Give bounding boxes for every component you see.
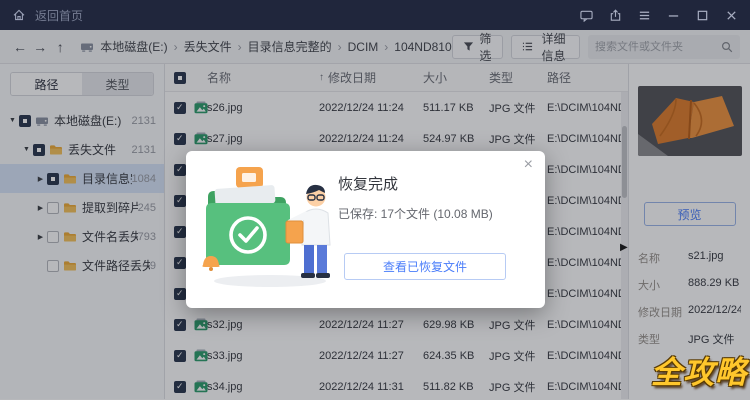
minimize-icon[interactable]: [667, 9, 680, 22]
maximize-icon[interactable]: [696, 9, 709, 22]
share-icon[interactable]: [609, 8, 622, 22]
recovery-illustration: [202, 167, 331, 287]
app-window: 返回首页 ← → ↑ 本地磁盘(E:) › 丢失文件 › 目录信息完整的 › DCIM › 10…: [0, 0, 750, 400]
dialog-title: 恢复完成: [338, 176, 399, 193]
home-icon[interactable]: [12, 8, 26, 22]
titlebar-title: 返回首页: [35, 8, 84, 23]
dialog-message: 已保存: 17个文件 (10.08 MB): [338, 207, 493, 221]
watermark: 全攻略: [651, 355, 747, 390]
chat-icon[interactable]: [580, 9, 593, 22]
menu-icon[interactable]: [638, 9, 651, 22]
window-controls: [580, 8, 738, 22]
titlebar: 返回首页: [0, 0, 750, 30]
view-recovered-files-button[interactable]: 查看已恢复文件: [344, 253, 506, 280]
dialog-close-icon[interactable]: ×: [524, 157, 533, 173]
recovery-complete-dialog: × 恢复完成 已保存: 17个文件 (10.08 MB) 查看已恢复文件: [186, 151, 545, 308]
close-icon[interactable]: [725, 9, 738, 22]
